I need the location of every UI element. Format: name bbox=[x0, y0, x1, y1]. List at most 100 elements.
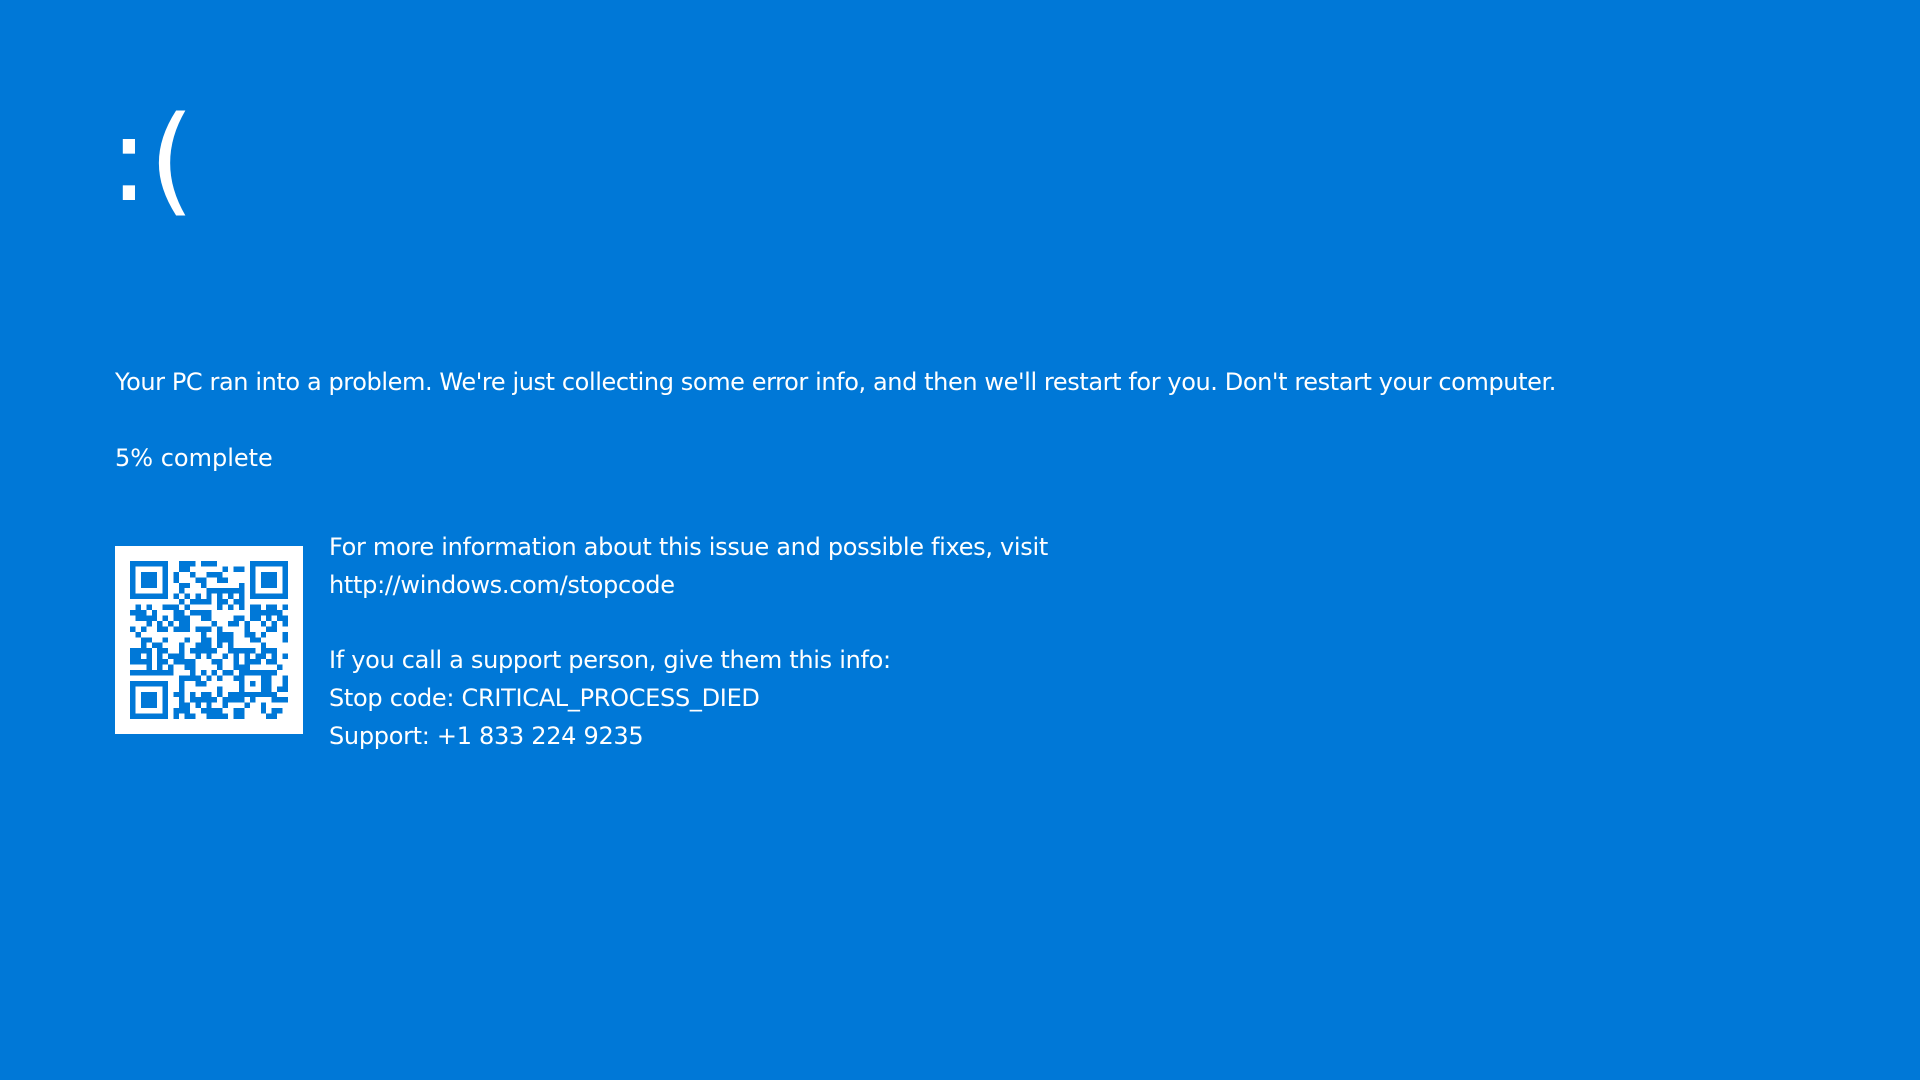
qr-module bbox=[222, 637, 229, 643]
qr-module bbox=[260, 708, 267, 714]
qr-module bbox=[211, 561, 218, 567]
qr-module bbox=[249, 648, 256, 654]
qr-code-icon bbox=[130, 561, 288, 719]
qr-module bbox=[173, 691, 180, 698]
qr-module bbox=[260, 577, 267, 583]
qr-module bbox=[249, 680, 256, 687]
qr-module bbox=[135, 631, 141, 638]
qr-module bbox=[249, 571, 256, 578]
qr-module bbox=[255, 610, 261, 616]
qr-module bbox=[238, 713, 245, 719]
qr-module bbox=[200, 599, 207, 605]
qr-module bbox=[130, 648, 136, 654]
qr-module bbox=[277, 686, 283, 692]
qr-module bbox=[206, 571, 212, 578]
qr-module bbox=[233, 659, 239, 665]
qr-module bbox=[211, 648, 218, 654]
qr-module bbox=[206, 610, 212, 616]
qr-module bbox=[200, 637, 207, 643]
qr-module bbox=[222, 653, 229, 660]
qr-module bbox=[200, 626, 207, 632]
qr-module bbox=[217, 571, 223, 578]
qr-module bbox=[140, 571, 147, 578]
qr-module bbox=[195, 648, 201, 654]
qr-module bbox=[130, 708, 136, 714]
qr-module bbox=[162, 702, 169, 709]
qr-module bbox=[173, 626, 180, 632]
qr-module bbox=[260, 642, 267, 649]
qr-module bbox=[146, 571, 152, 578]
qr-module bbox=[282, 593, 288, 600]
qr-module bbox=[217, 691, 223, 698]
qr-module bbox=[140, 669, 147, 676]
qr-module bbox=[189, 713, 196, 719]
qr-module bbox=[173, 571, 180, 578]
qr-module bbox=[233, 664, 239, 670]
qr-module bbox=[162, 593, 169, 600]
qr-module bbox=[228, 697, 234, 703]
qr-module bbox=[282, 680, 288, 687]
qr-module bbox=[282, 697, 288, 703]
qr-module bbox=[271, 610, 278, 616]
qr-module bbox=[217, 604, 223, 611]
qr-module bbox=[151, 697, 158, 703]
qr-module bbox=[266, 691, 272, 698]
qr-module bbox=[162, 713, 169, 719]
qr-module bbox=[255, 561, 261, 567]
qr-module bbox=[173, 708, 180, 714]
qr-module bbox=[157, 653, 163, 660]
qr-module bbox=[200, 648, 207, 654]
qr-module bbox=[233, 599, 239, 605]
qr-module bbox=[249, 610, 256, 616]
qr-module bbox=[255, 637, 261, 643]
qr-module bbox=[157, 642, 163, 649]
qr-module bbox=[260, 686, 267, 692]
qr-module bbox=[206, 713, 212, 719]
qr-module bbox=[238, 615, 245, 621]
qr-module bbox=[271, 648, 278, 654]
qr-module bbox=[260, 582, 267, 589]
qr-module bbox=[238, 697, 245, 703]
qr-module bbox=[244, 648, 250, 654]
qr-module bbox=[135, 659, 141, 665]
qr-module bbox=[189, 599, 196, 605]
qr-module bbox=[217, 686, 223, 692]
qr-module bbox=[244, 631, 250, 638]
qr-module bbox=[146, 669, 152, 676]
qr-module bbox=[179, 675, 185, 681]
qr-module bbox=[189, 697, 196, 703]
qr-module bbox=[189, 648, 196, 654]
qr-module bbox=[195, 702, 201, 709]
qr-module bbox=[206, 648, 212, 654]
qr-module bbox=[238, 582, 245, 589]
qr-module bbox=[179, 708, 185, 714]
qr-module bbox=[233, 675, 239, 681]
qr-module bbox=[157, 669, 163, 676]
qr-module bbox=[200, 615, 207, 621]
qr-module bbox=[266, 571, 272, 578]
qr-module bbox=[217, 577, 223, 583]
qr-module bbox=[184, 593, 190, 600]
qr-module bbox=[130, 702, 136, 709]
qr-module bbox=[266, 626, 272, 632]
qr-module bbox=[130, 680, 136, 687]
qr-module bbox=[249, 659, 256, 665]
qr-module bbox=[189, 561, 196, 567]
qr-module bbox=[217, 642, 223, 649]
qr-module bbox=[249, 669, 256, 676]
qr-module bbox=[228, 691, 234, 698]
qr-module bbox=[130, 697, 136, 703]
qr-module bbox=[206, 702, 212, 709]
qr-module bbox=[146, 593, 152, 600]
qr-module bbox=[200, 642, 207, 649]
qr-module bbox=[162, 615, 169, 621]
qr-module bbox=[266, 669, 272, 676]
qr-module bbox=[168, 669, 174, 676]
qr-module bbox=[179, 588, 185, 594]
stopcode-link[interactable]: http://windows.com/stopcode bbox=[329, 566, 1048, 604]
qr-module bbox=[238, 599, 245, 605]
qr-module bbox=[200, 708, 207, 714]
qr-module bbox=[222, 713, 229, 719]
qr-module bbox=[266, 675, 272, 681]
qr-module bbox=[140, 648, 147, 654]
